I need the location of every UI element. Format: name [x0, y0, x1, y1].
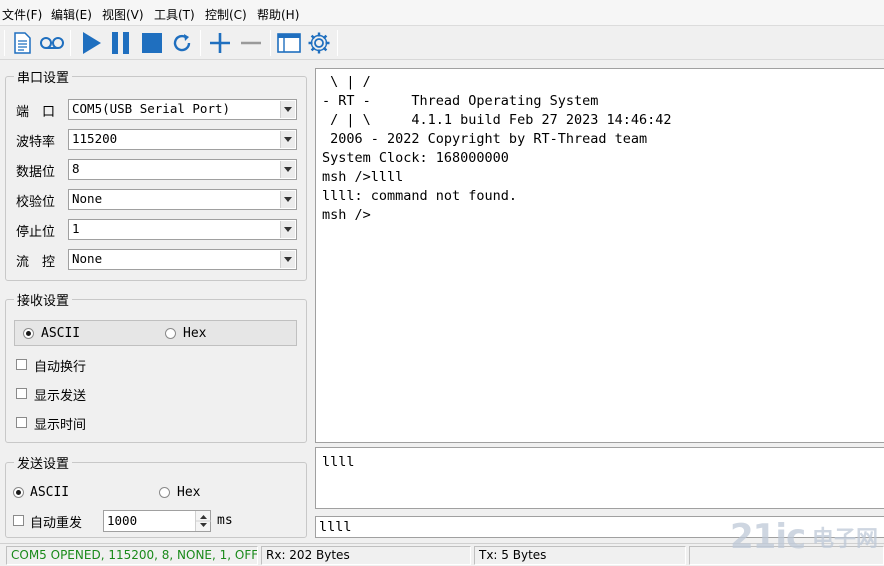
- databits-select[interactable]: 8: [68, 159, 297, 180]
- new-file-icon: [14, 32, 31, 54]
- show-send-label: 显示发送: [34, 389, 87, 404]
- minus-icon: [241, 41, 261, 45]
- pause-icon: [112, 32, 129, 54]
- port-value: COM5(USB Serial Port): [72, 101, 231, 116]
- menu-file[interactable]: 文件(F): [2, 6, 42, 23]
- play-icon: [83, 32, 101, 54]
- send-textarea[interactable]: llll: [315, 447, 884, 509]
- chevron-down-icon: [280, 101, 295, 118]
- toolbar-separator: [337, 30, 338, 56]
- menu-help[interactable]: 帮助(H): [257, 6, 299, 23]
- toolbar: [0, 26, 884, 60]
- flow-value: None: [72, 251, 103, 266]
- stopbits-select[interactable]: 1: [68, 219, 297, 240]
- auto-resend-checkbox[interactable]: [13, 515, 24, 526]
- receive-hex-radio[interactable]: [165, 328, 176, 339]
- record-button[interactable]: [38, 29, 66, 57]
- pause-button[interactable]: [107, 29, 135, 57]
- play-button[interactable]: [77, 29, 105, 57]
- baud-value: 115200: [72, 131, 118, 146]
- auto-wrap-checkbox[interactable]: [16, 359, 27, 370]
- port-label: 端 口: [16, 105, 56, 120]
- connection-status: COM5 OPENED, 115200, 8, NONE, 1, OFF: [6, 546, 258, 565]
- receive-format-box: ASCII Hex: [14, 320, 297, 346]
- databits-value: 8: [72, 161, 80, 176]
- show-send-checkbox[interactable]: [16, 388, 27, 399]
- receive-ascii-label: ASCII: [41, 326, 81, 341]
- menu-control[interactable]: 控制(C): [205, 6, 247, 23]
- resend-interval-value: 1000: [107, 513, 138, 528]
- baud-label: 波特率: [16, 135, 56, 150]
- send-hex-label: Hex: [177, 485, 201, 500]
- toolbar-separator: [200, 30, 201, 56]
- receive-hex-label: Hex: [183, 326, 207, 341]
- add-button[interactable]: [206, 29, 234, 57]
- settings-icon: [308, 32, 330, 54]
- watermark-logo: 21ic 电子网: [730, 517, 882, 563]
- settings-button[interactable]: [305, 29, 333, 57]
- chevron-down-icon: [280, 191, 295, 208]
- serial-settings-title: 串口设置: [14, 67, 73, 86]
- watermark-cn: 电子网: [812, 527, 879, 552]
- menu-edit[interactable]: 编辑(E): [51, 6, 92, 23]
- receive-settings-group: 接收设置 ASCII Hex 自动换行 显示发送 显示时间: [5, 290, 307, 443]
- plus-icon: [210, 33, 230, 53]
- chevron-down-icon: [280, 251, 295, 268]
- send-ascii-label: ASCII: [30, 485, 70, 500]
- menu-tools[interactable]: 工具(T): [154, 6, 195, 23]
- show-time-checkbox[interactable]: [16, 417, 27, 428]
- receive-ascii-radio[interactable]: [23, 328, 34, 339]
- auto-resend-label: 自动重发: [30, 516, 83, 531]
- parity-value: None: [72, 191, 103, 206]
- send-ascii-radio[interactable]: [13, 487, 24, 498]
- toolbar-separator: [4, 30, 5, 56]
- parity-label: 校验位: [16, 195, 56, 210]
- send-textarea-text: llll: [322, 454, 355, 470]
- rx-count: Rx: 202 Bytes: [261, 546, 471, 565]
- flow-label: 流 控: [16, 255, 56, 270]
- menu-bar: 文件(F) 编辑(E) 视图(V) 工具(T) 控制(C) 帮助(H): [0, 0, 884, 26]
- watermark-brand: 21ic: [730, 517, 806, 557]
- resend-interval-unit: ms: [217, 513, 233, 528]
- refresh-button[interactable]: [168, 29, 196, 57]
- show-time-label: 显示时间: [34, 418, 87, 433]
- toolbar-separator: [70, 30, 71, 56]
- parity-select[interactable]: None: [68, 189, 297, 210]
- auto-wrap-label: 自动换行: [34, 360, 87, 375]
- receive-settings-title: 接收设置: [14, 290, 73, 309]
- menu-view[interactable]: 视图(V): [102, 6, 144, 23]
- stopbits-label: 停止位: [16, 225, 56, 240]
- terminal-output-text: \ | / - RT - Thread Operating System / |…: [322, 74, 672, 223]
- receive-terminal[interactable]: \ | / - RT - Thread Operating System / |…: [315, 68, 884, 443]
- refresh-icon: [173, 34, 191, 52]
- spin-up-down-icon: [196, 515, 211, 527]
- spin-buttons[interactable]: [195, 511, 211, 531]
- stopbits-value: 1: [72, 221, 80, 236]
- chevron-down-icon: [280, 221, 295, 238]
- stop-button[interactable]: [138, 29, 166, 57]
- resend-interval-spinbox[interactable]: 1000: [103, 510, 211, 532]
- toolbar-separator: [270, 30, 271, 56]
- tx-count: Tx: 5 Bytes: [474, 546, 686, 565]
- serial-settings-group: 串口设置 端 口 COM5(USB Serial Port) 波特率 11520…: [5, 67, 307, 281]
- send-settings-group: 发送设置 ASCII Hex 自动重发 1000 ms: [5, 453, 307, 538]
- new-file-button[interactable]: [8, 29, 36, 57]
- stop-icon: [142, 33, 162, 53]
- window-icon: [277, 33, 301, 53]
- databits-label: 数据位: [16, 165, 56, 180]
- chevron-down-icon: [280, 131, 295, 148]
- send-settings-title: 发送设置: [14, 453, 73, 472]
- flow-select[interactable]: None: [68, 249, 297, 270]
- send-line-text: llll: [319, 519, 352, 535]
- send-hex-radio[interactable]: [159, 487, 170, 498]
- record-icon: [40, 37, 64, 49]
- port-select[interactable]: COM5(USB Serial Port): [68, 99, 297, 120]
- remove-button[interactable]: [237, 29, 265, 57]
- window-button[interactable]: [275, 29, 303, 57]
- chevron-down-icon: [280, 161, 295, 178]
- baud-select[interactable]: 115200: [68, 129, 297, 150]
